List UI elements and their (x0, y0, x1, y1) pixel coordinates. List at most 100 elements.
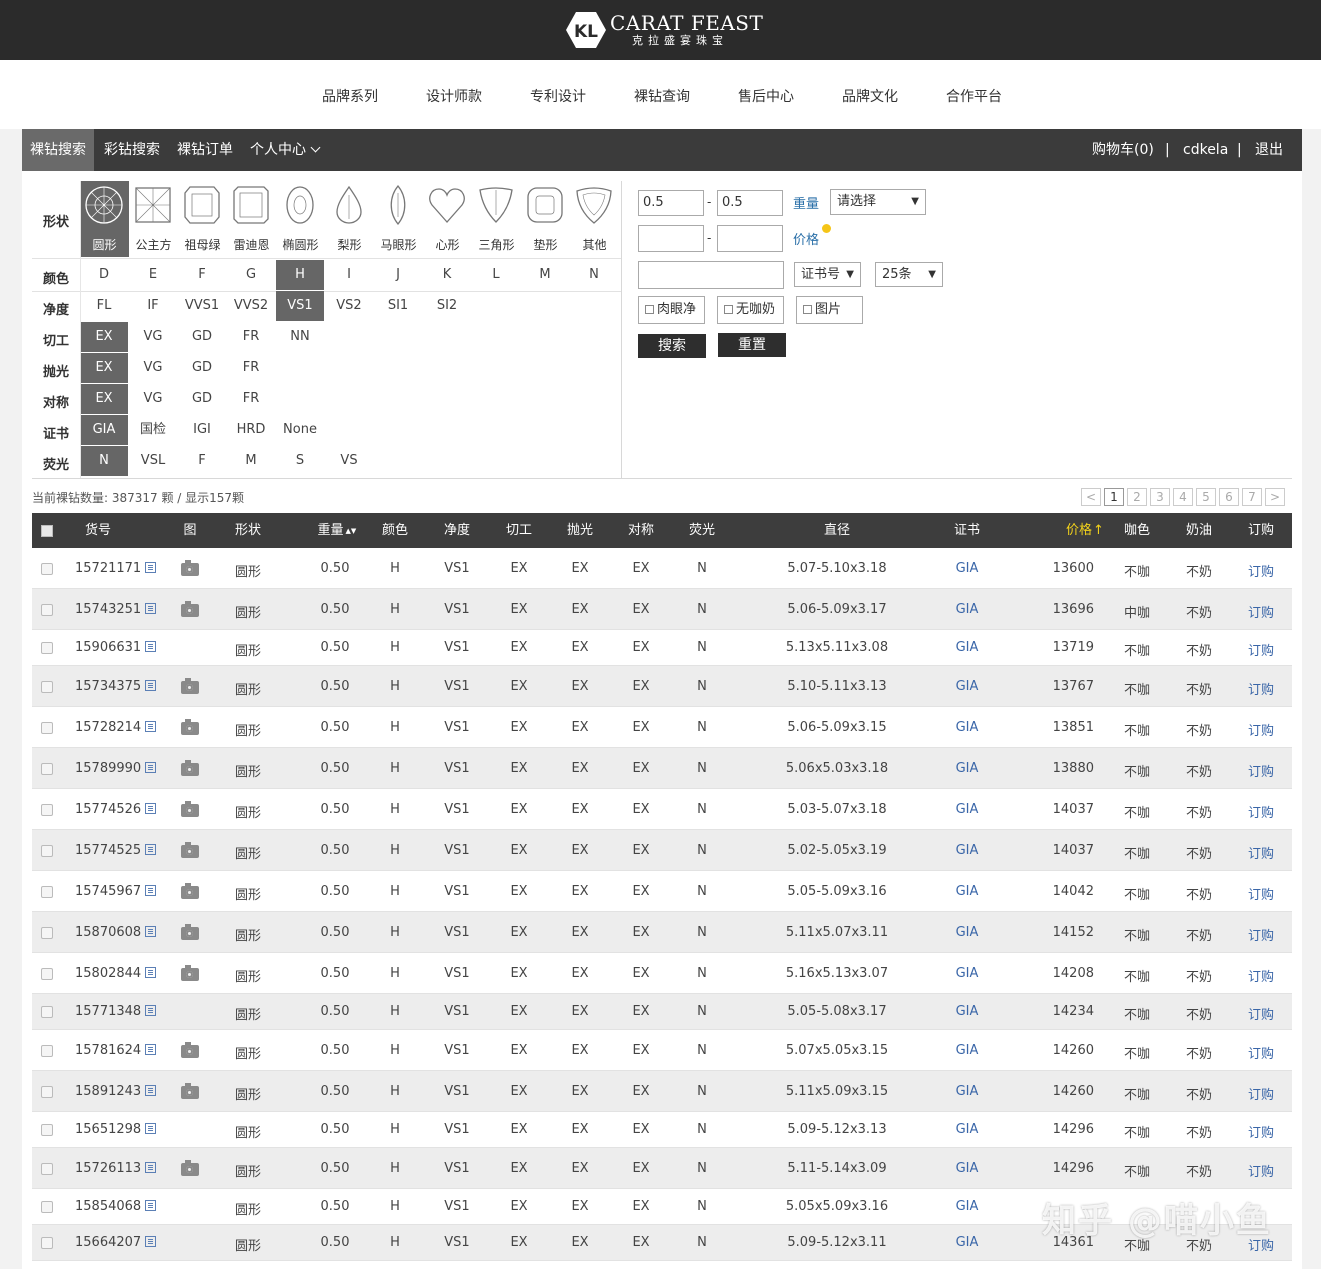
document-icon[interactable] (145, 1162, 157, 1173)
order-link[interactable]: 订购 (1236, 720, 1286, 739)
eye-clean-checkbox[interactable]: 肉眼净 (638, 296, 705, 324)
certificate-number-input[interactable] (638, 261, 784, 289)
filter-symmetry-option[interactable]: EX (80, 384, 128, 414)
item-number-cell[interactable]: 15906631 (62, 640, 162, 655)
brand-logo[interactable]: KL CARAT FEAST 克拉盛宴珠宝 (566, 10, 763, 50)
page-size-select[interactable]: 25条 ▼ (875, 262, 943, 287)
filter-clarity-option[interactable]: VS2 (325, 291, 373, 321)
order-link[interactable]: 订购 (1236, 761, 1286, 780)
item-number-cell[interactable]: 15891243 (62, 1084, 162, 1099)
certificate-link[interactable]: GIA (942, 561, 992, 576)
filter-fluorescence-option[interactable]: F (178, 446, 226, 476)
user-link[interactable]: cdkela (1183, 129, 1228, 171)
filter-color-option[interactable]: G (227, 260, 275, 290)
certificate-link[interactable]: GIA (942, 720, 992, 735)
filter-clarity-option[interactable]: IF (129, 291, 177, 321)
shape-option-pear[interactable]: 梨形 (325, 181, 374, 257)
document-icon[interactable] (145, 1005, 157, 1016)
main-nav-item[interactable]: 品牌文化 (818, 86, 922, 106)
camera-icon[interactable] (181, 1083, 199, 1099)
document-icon[interactable] (145, 1236, 157, 1247)
order-link[interactable]: 订购 (1236, 1084, 1286, 1103)
shape-option-trillion[interactable]: 三角形 (472, 181, 521, 257)
subnav-diamond-search[interactable]: 裸钻搜索 (22, 129, 94, 171)
filter-fluorescence-option[interactable]: VS (325, 446, 373, 476)
prev-page-button[interactable]: < (1081, 488, 1101, 506)
row-checkbox[interactable] (41, 804, 53, 816)
filter-color-option[interactable]: E (129, 260, 177, 290)
certificate-link[interactable]: GIA (942, 802, 992, 817)
filter-cut-option[interactable]: FR (227, 322, 275, 352)
row-checkbox[interactable] (41, 1201, 53, 1213)
shape-option-other[interactable]: 其他 (570, 181, 619, 257)
row-checkbox[interactable] (41, 1124, 53, 1136)
shape-option-heart[interactable]: 心形 (423, 181, 472, 257)
document-icon[interactable] (145, 803, 157, 814)
camera-icon[interactable] (181, 719, 199, 735)
filter-color-option[interactable]: F (178, 260, 226, 290)
document-icon[interactable] (145, 562, 157, 573)
row-checkbox[interactable] (41, 563, 53, 575)
filter-color-option[interactable]: N (570, 260, 618, 290)
no-brown-milky-checkbox[interactable]: 无咖奶 (717, 296, 784, 324)
filter-fluorescence-option[interactable]: M (227, 446, 275, 476)
shape-option-emerald[interactable]: 祖母绿 (178, 181, 227, 257)
camera-icon[interactable] (181, 842, 199, 858)
order-link[interactable]: 订购 (1236, 1004, 1286, 1023)
page-number-button[interactable]: 1 (1104, 488, 1124, 506)
item-number-cell[interactable]: 15664207 (62, 1235, 162, 1250)
camera-icon[interactable] (181, 678, 199, 694)
document-icon[interactable] (145, 680, 157, 691)
document-icon[interactable] (145, 1044, 157, 1055)
item-number-cell[interactable]: 15721171 (62, 561, 162, 576)
price-min-input[interactable] (638, 225, 704, 252)
item-number-cell[interactable]: 15734375 (62, 679, 162, 694)
order-link[interactable]: 订购 (1236, 966, 1286, 985)
camera-icon[interactable] (181, 760, 199, 776)
document-icon[interactable] (145, 885, 157, 896)
order-link[interactable]: 订购 (1236, 561, 1286, 580)
order-link[interactable]: 订购 (1236, 843, 1286, 862)
row-checkbox[interactable] (41, 927, 53, 939)
document-icon[interactable] (145, 1123, 157, 1134)
item-number-cell[interactable]: 15651298 (62, 1122, 162, 1137)
filter-certificate-option[interactable]: HRD (227, 415, 275, 445)
main-nav-item[interactable]: 设计师款 (402, 86, 506, 106)
page-number-button[interactable]: 6 (1219, 488, 1239, 506)
filter-clarity-option[interactable]: VVS1 (178, 291, 226, 321)
subnav-color-diamond-search[interactable]: 彩钻搜索 (104, 129, 160, 171)
price-max-input[interactable] (717, 225, 783, 252)
filter-clarity-option[interactable]: VVS2 (227, 291, 275, 321)
row-checkbox[interactable] (41, 1006, 53, 1018)
filter-cut-option[interactable]: EX (80, 322, 128, 352)
next-page-button[interactable]: > (1265, 488, 1285, 506)
main-nav-item[interactable]: 售后中心 (714, 86, 818, 106)
document-icon[interactable] (145, 967, 157, 978)
weight-max-input[interactable]: 0.5 (717, 190, 783, 216)
filter-color-option[interactable]: H (276, 260, 324, 290)
row-checkbox[interactable] (41, 1237, 53, 1249)
filter-clarity-option[interactable]: VS1 (276, 291, 324, 321)
certificate-link[interactable]: GIA (942, 1122, 992, 1137)
weight-preset-select[interactable]: 请选择 ▼ (830, 189, 926, 215)
document-icon[interactable] (145, 1085, 157, 1096)
main-nav-item[interactable]: 裸钻查询 (610, 86, 714, 106)
filter-cut-option[interactable]: VG (129, 322, 177, 352)
subnav-personal-center[interactable]: 个人中心 (250, 129, 321, 171)
filter-color-option[interactable]: I (325, 260, 373, 290)
filter-color-option[interactable]: D (80, 260, 128, 290)
certificate-link[interactable]: GIA (942, 1043, 992, 1058)
certificate-link[interactable]: GIA (942, 1235, 992, 1250)
filter-fluorescence-option[interactable]: N (80, 446, 128, 476)
row-checkbox[interactable] (41, 604, 53, 616)
search-button[interactable]: 搜索 (638, 334, 706, 358)
filter-clarity-option[interactable]: SI1 (374, 291, 422, 321)
camera-icon[interactable] (181, 801, 199, 817)
filter-symmetry-option[interactable]: VG (129, 384, 177, 414)
filter-certificate-option[interactable]: GIA (80, 415, 128, 445)
filter-certificate-option[interactable]: 国检 (129, 415, 177, 445)
filter-color-option[interactable]: L (472, 260, 520, 290)
certificate-link[interactable]: GIA (942, 1161, 992, 1176)
document-icon[interactable] (145, 721, 157, 732)
certificate-link[interactable]: GIA (942, 640, 992, 655)
